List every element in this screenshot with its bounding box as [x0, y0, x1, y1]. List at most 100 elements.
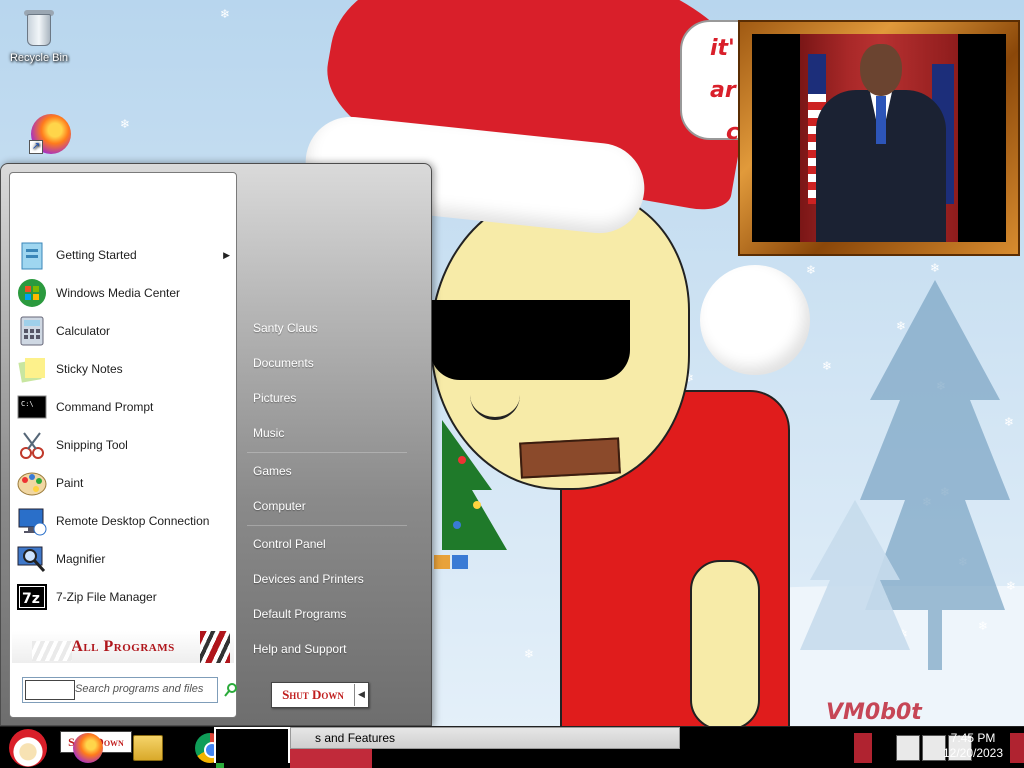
- program-getting-started[interactable]: Getting Started ▶: [16, 237, 232, 273]
- media-center-icon: [16, 277, 48, 309]
- santa-arm: [690, 560, 760, 726]
- calculator-icon: [16, 315, 48, 347]
- desktop-icon-recycle-bin[interactable]: Recycle Bin: [4, 8, 74, 64]
- program-calculator[interactable]: Calculator: [16, 313, 232, 349]
- taskbar-clock[interactable]: 7:45 PM 12/20/2023: [938, 731, 1008, 761]
- sticky-notes-icon: [16, 353, 48, 385]
- program-label: Magnifier: [56, 552, 106, 566]
- snowflake: ❄: [220, 7, 231, 21]
- tray-highlight: [854, 733, 872, 763]
- portrait-image: [752, 34, 1006, 242]
- separator: [247, 525, 407, 526]
- recycle-bin-icon: [19, 8, 59, 48]
- speech-text: it': [710, 36, 735, 61]
- link-user-folder[interactable]: Santy Claus: [253, 321, 413, 335]
- program-label: Getting Started: [56, 248, 137, 262]
- taskbar-active-window[interactable]: [214, 727, 290, 763]
- link-pictures[interactable]: Pictures: [253, 391, 413, 405]
- desktop-icon-label: Recycle Bin: [9, 52, 69, 64]
- link-devices-and-printers[interactable]: Devices and Printers: [253, 572, 413, 586]
- show-desktop-button[interactable]: [1010, 733, 1024, 763]
- all-programs-decoration: [32, 641, 72, 661]
- search-input-cursor: [25, 680, 75, 700]
- santa-orb-icon: [9, 729, 47, 767]
- santa-hat-pompom: [700, 265, 810, 375]
- program-windows-media-center[interactable]: Windows Media Center: [16, 275, 232, 311]
- link-default-programs[interactable]: Default Programs: [253, 607, 413, 621]
- program-command-prompt[interactable]: C:\ Command Prompt: [16, 389, 232, 425]
- program-label: Calculator: [56, 324, 111, 338]
- start-menu-programs-pane: Getting Started ▶ Windows Media Center C…: [9, 172, 237, 718]
- program-label: Sticky Notes: [56, 362, 123, 376]
- link-help-and-support[interactable]: Help and Support: [253, 642, 413, 656]
- svg-text:7z: 7z: [22, 591, 40, 607]
- command-prompt-icon: C:\: [16, 391, 48, 423]
- speech-text: ar: [710, 78, 736, 103]
- taskbar-window-preview: [290, 749, 372, 768]
- shortcut-arrow-icon: ↗: [29, 140, 43, 154]
- link-control-panel[interactable]: Control Panel: [253, 537, 413, 551]
- firefox-shortcut-icon: ↗: [29, 112, 71, 154]
- taskbar-firefox[interactable]: [70, 729, 106, 767]
- program-7zip-file-manager[interactable]: 7z 7-Zip File Manager: [16, 579, 232, 615]
- person-head: [860, 44, 902, 96]
- program-label: Snipping Tool: [56, 438, 128, 452]
- christmas-tree-icon: [434, 420, 507, 569]
- all-programs-label: All Programs: [71, 638, 175, 655]
- firefox-icon: [73, 733, 103, 763]
- person-tie: [876, 96, 886, 144]
- program-label: Remote Desktop Connection: [56, 514, 210, 528]
- watermark-text: VM0b0t: [826, 700, 922, 725]
- start-menu: Getting Started ▶ Windows Media Center C…: [0, 163, 432, 726]
- cigar: [519, 437, 621, 479]
- magnifier-icon: [16, 543, 48, 575]
- all-programs-button[interactable]: All Programs: [12, 631, 234, 663]
- snipping-tool-icon: [16, 429, 48, 461]
- separator: [247, 452, 407, 453]
- snowflake: ❄: [930, 261, 941, 275]
- program-magnifier[interactable]: Magnifier: [16, 541, 232, 577]
- program-label: Windows Media Center: [56, 286, 181, 300]
- program-label: Paint: [56, 476, 84, 490]
- program-label: 7-Zip File Manager: [56, 590, 157, 604]
- start-button[interactable]: [2, 727, 54, 768]
- link-computer[interactable]: Computer: [253, 499, 413, 513]
- taskbar-file-explorer[interactable]: [130, 729, 166, 767]
- program-remote-desktop-connection[interactable]: Remote Desktop Connection: [16, 503, 232, 539]
- taskbar-indicator: [216, 763, 224, 768]
- paint-icon: [16, 467, 48, 499]
- getting-started-icon: [16, 239, 48, 271]
- shutdown-button[interactable]: Shut Down ◀: [271, 682, 369, 708]
- taskbar-tooltip: s and Features: [290, 727, 680, 749]
- program-sticky-notes[interactable]: Sticky Notes: [16, 351, 232, 387]
- all-programs-stripes: [200, 631, 230, 663]
- program-snipping-tool[interactable]: Snipping Tool: [16, 427, 232, 463]
- snowflake: ❄: [524, 647, 535, 661]
- link-documents[interactable]: Documents: [253, 356, 413, 370]
- shutdown-options-arrow-icon[interactable]: ◀: [354, 684, 368, 706]
- action-center-flag-icon[interactable]: [896, 735, 920, 761]
- link-games[interactable]: Games: [253, 464, 413, 478]
- clock-date: 12/20/2023: [942, 746, 1004, 760]
- portrait-frame: [738, 20, 1020, 256]
- system-tray: 7:45 PM 12/20/2023: [824, 727, 1024, 768]
- remote-desktop-icon: [16, 505, 48, 537]
- desktop-icon-firefox[interactable]: ↗: [14, 112, 84, 156]
- search-icon[interactable]: [224, 683, 238, 697]
- search-placeholder: Search programs and files: [75, 683, 204, 695]
- search-programs-input[interactable]: Search programs and files: [22, 677, 218, 703]
- program-paint[interactable]: Paint: [16, 465, 232, 501]
- submenu-arrow-icon: ▶: [223, 249, 230, 260]
- file-explorer-icon: [133, 735, 163, 761]
- program-label: Command Prompt: [56, 400, 154, 414]
- santa-sunglasses: [430, 300, 630, 380]
- taskbar: Shut Down s and Features 7:45 PM 12/20/2…: [0, 726, 1024, 768]
- link-music[interactable]: Music: [253, 426, 413, 440]
- svg-text:C:\: C:\: [21, 400, 34, 408]
- snowflake: ❄: [806, 263, 817, 277]
- snowflake: ❄: [120, 117, 131, 131]
- seven-zip-icon: 7z: [16, 581, 48, 613]
- snowflake: ❄: [822, 359, 833, 373]
- clock-time: 7:45 PM: [950, 731, 996, 745]
- shutdown-label: Shut Down: [282, 687, 344, 702]
